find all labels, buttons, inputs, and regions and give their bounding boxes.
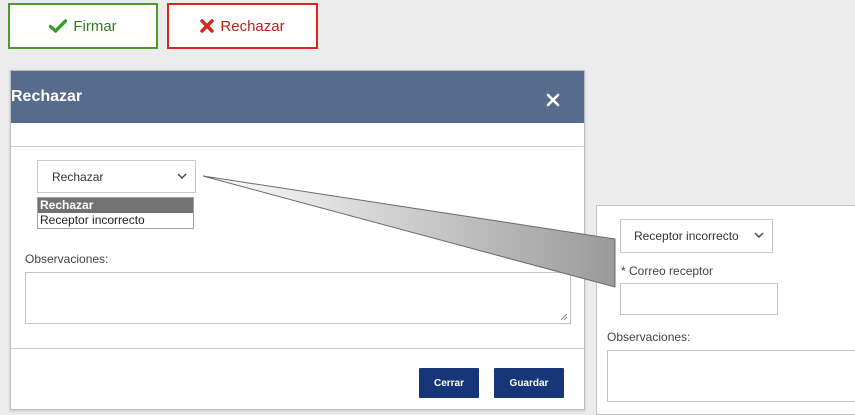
zoom-callout-pointer [202, 175, 616, 288]
